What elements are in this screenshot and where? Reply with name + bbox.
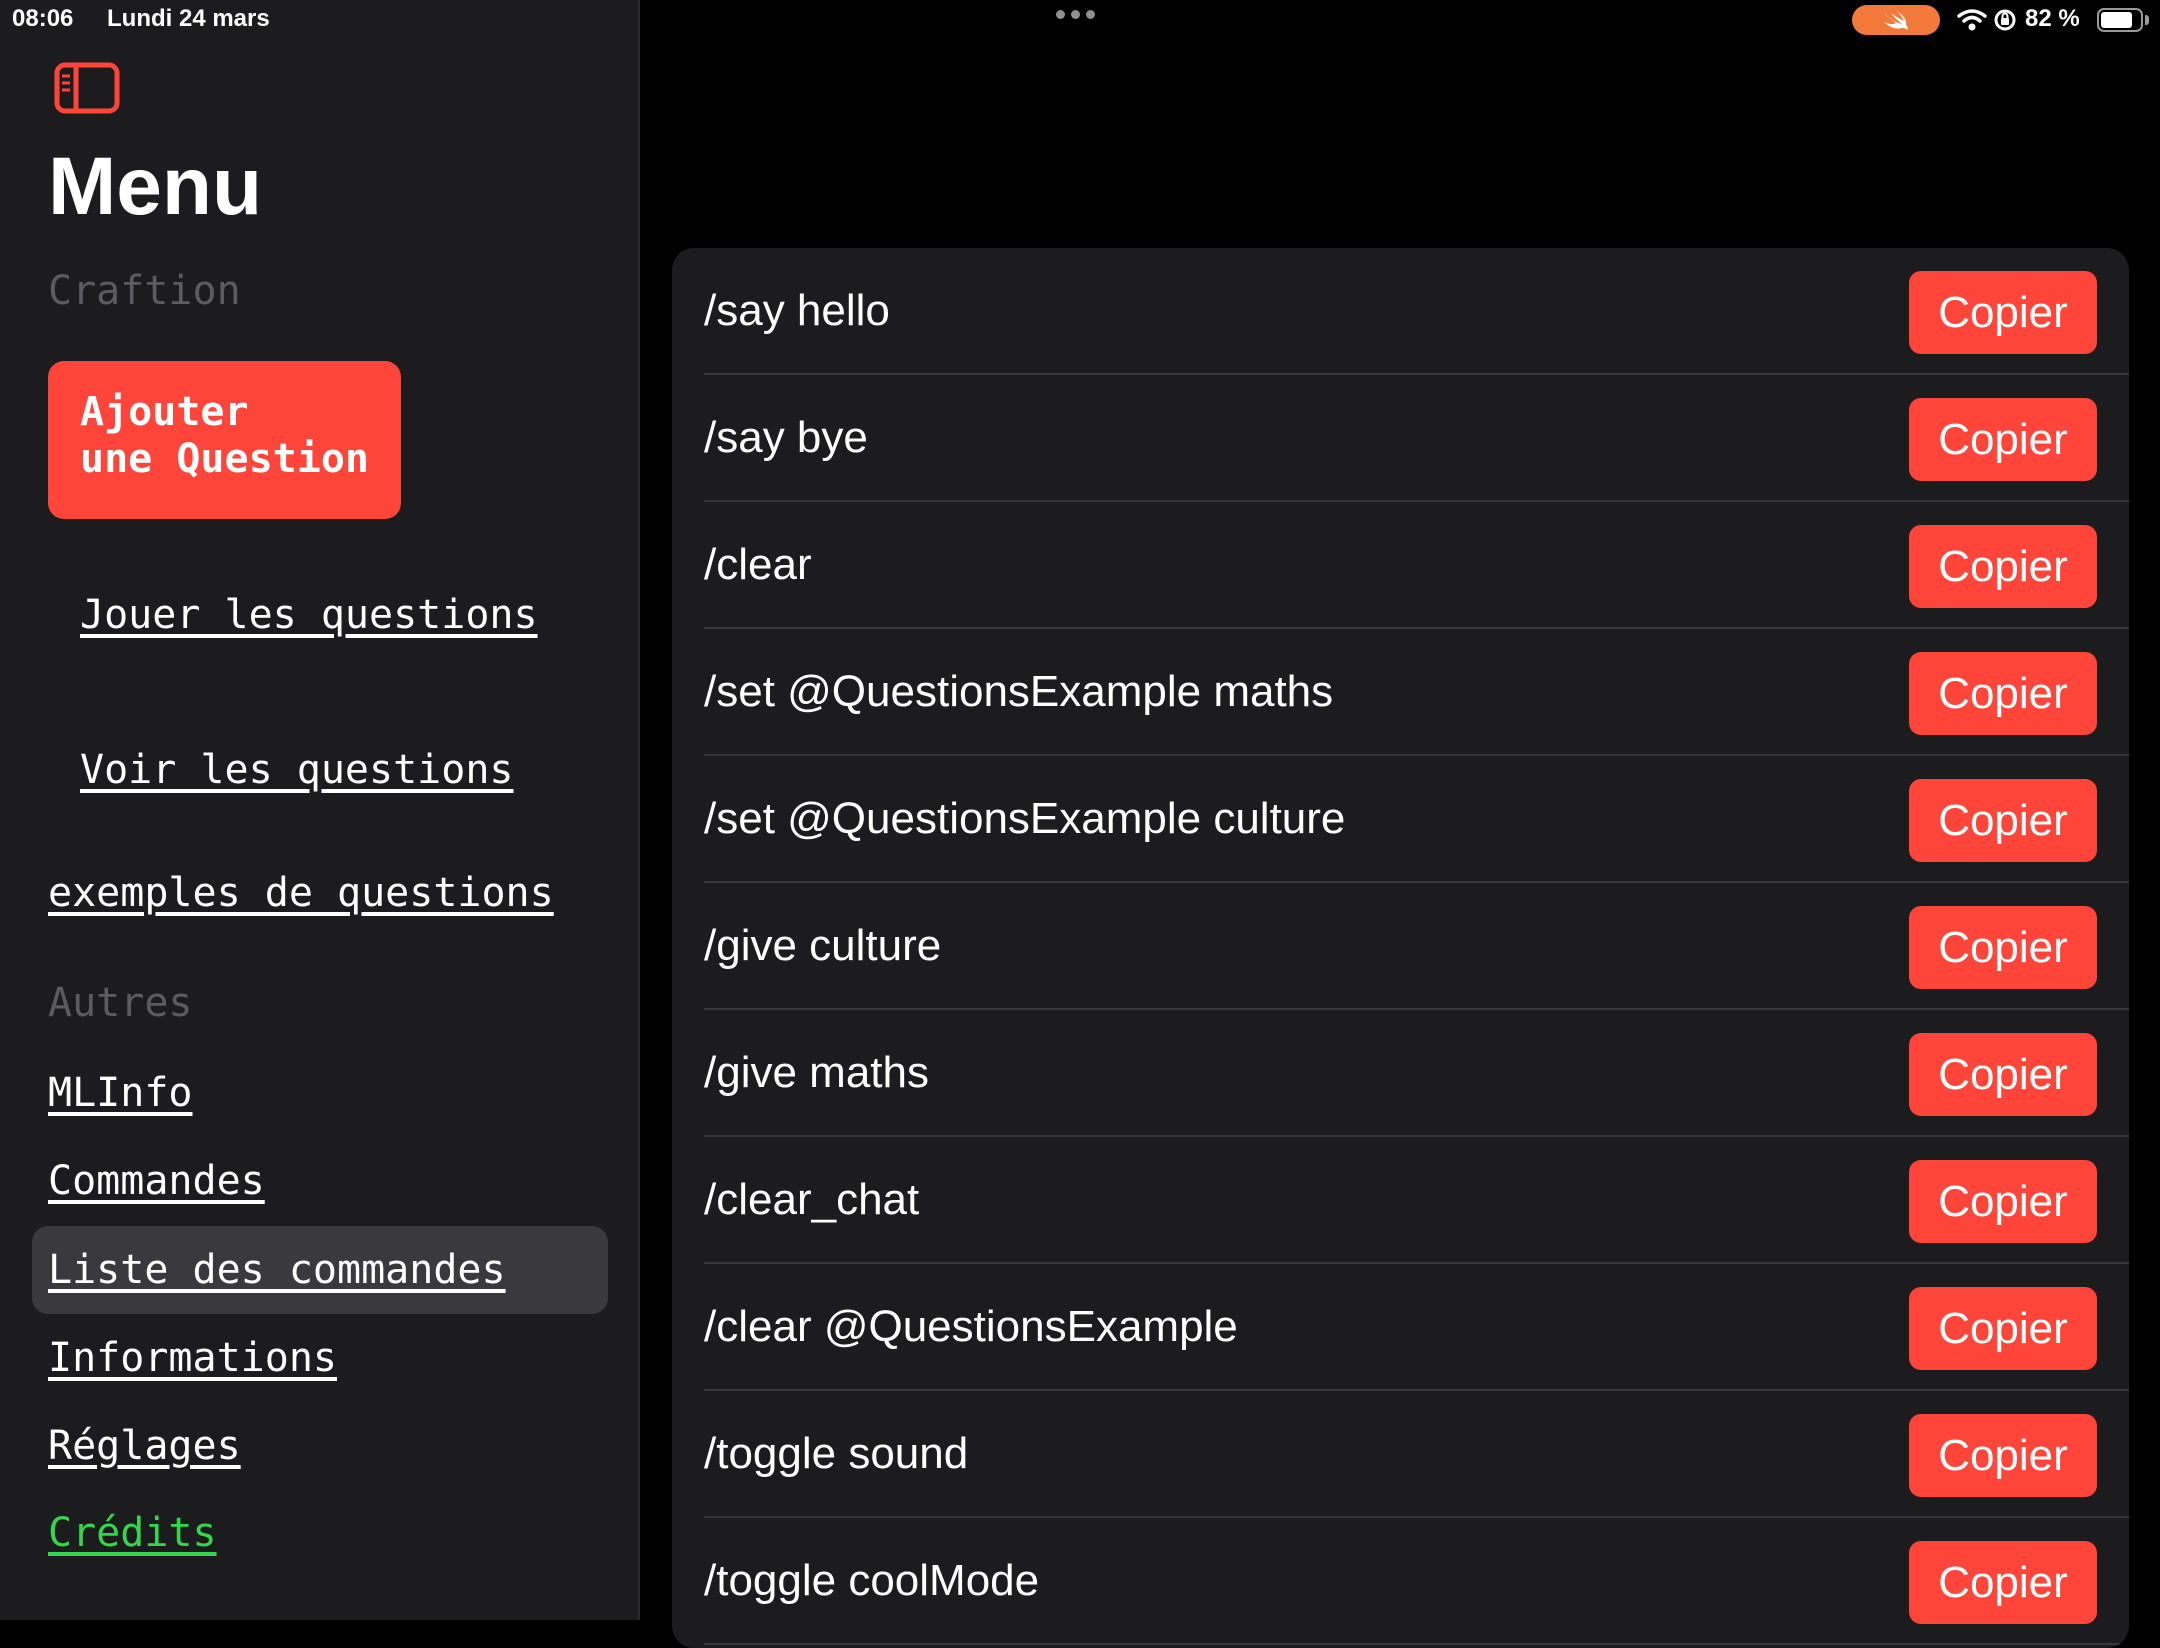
battery-fill [2101,12,2133,28]
command-text: /clear @QuestionsExample [704,1302,1238,1351]
list-item: /clear_chat Copier [672,1137,2129,1264]
command-text: /give maths [704,1048,929,1097]
copy-button[interactable]: Copier [1909,271,2097,354]
copy-button[interactable]: Copier [1909,906,2097,989]
status-date: Lundi 24 mars [107,5,270,32]
status-time: 08:06 [12,5,74,32]
sidebar-item-credits[interactable]: Crédits [48,1510,217,1556]
commands-list: /say hello Copier/say bye Copier/clear Copi… [672,248,2129,1648]
sidebar: Menu Craftion Ajouter une Question Jouer… [0,0,640,1620]
command-text: /clear_chat [704,1175,920,1224]
orientation-lock-icon [1994,9,2016,31]
list-item: /say bye Copier [672,375,2129,502]
command-text: /say bye [704,413,868,462]
status-bar: 08:06 Lundi 24 mars 82 % [0,0,2160,40]
copy-button[interactable]: Copier [1909,1160,2097,1243]
page-title: Menu [48,141,263,232]
copy-button[interactable]: Copier [1909,1033,2097,1116]
copy-button[interactable]: Copier [1909,1287,2097,1370]
section-header-autres: Autres [48,980,193,1026]
list-item: /give culture Copier [672,883,2129,1010]
command-text: /toggle coolMode [704,1556,1040,1605]
list-item: /set @QuestionsExample maths Copier [672,629,2129,756]
copy-button[interactable]: Copier [1909,779,2097,862]
battery-cap [2145,15,2149,25]
command-text: /set @QuestionsExample culture [704,794,1346,843]
command-text: /set @QuestionsExample maths [704,667,1334,716]
multitasking-dots-icon[interactable] [1056,10,1095,19]
battery-percent: 82 % [2025,5,2080,32]
sidebar-toggle-icon[interactable] [54,62,120,114]
sidebar-item-jouer-les-questions[interactable]: Jouer les questions [80,592,538,638]
row-divider [704,1643,2129,1645]
sidebar-item-liste-des-commandes[interactable]: Liste des commandes [48,1247,506,1293]
swift-icon [1852,5,1940,35]
sidebar-item-informations[interactable]: Informations [48,1335,337,1381]
copy-button[interactable]: Copier [1909,398,2097,481]
sidebar-item-commandes[interactable]: Commandes [48,1158,265,1204]
sidebar-item-exemples-de-questions[interactable]: exemples de questions [48,870,554,916]
copy-button[interactable]: Copier [1909,652,2097,735]
list-item: /set @QuestionsExample culture Copier [672,756,2129,883]
command-text: /give culture [704,921,942,970]
list-item: /clear @QuestionsExample Copier [672,1264,2129,1391]
command-text: /toggle sound [704,1429,969,1478]
sidebar-item-reglages[interactable]: Réglages [48,1423,241,1469]
sidebar-item-mlinfo[interactable]: MLInfo [48,1070,193,1116]
command-text: /clear [704,540,812,589]
add-question-label-line2: une Question [80,436,369,482]
add-question-button[interactable]: Ajouter une Question [48,361,401,519]
copy-button[interactable]: Copier [1909,525,2097,608]
copy-button[interactable]: Copier [1909,1414,2097,1497]
list-item: /toggle coolMode Copier [672,1518,2129,1645]
copy-button[interactable]: Copier [1909,1541,2097,1624]
list-item: /say hello Copier [672,248,2129,375]
add-question-label-line1: Ajouter [80,389,249,435]
command-text: /say hello [704,286,890,335]
list-item: /clear Copier [672,502,2129,629]
section-header-craftion: Craftion [48,268,241,314]
list-item: /toggle sound Copier [672,1391,2129,1518]
battery-icon [2097,8,2143,32]
list-item: /give maths Copier [672,1010,2129,1137]
sidebar-item-voir-les-questions[interactable]: Voir les questions [80,747,513,793]
wifi-icon [1957,9,1987,31]
